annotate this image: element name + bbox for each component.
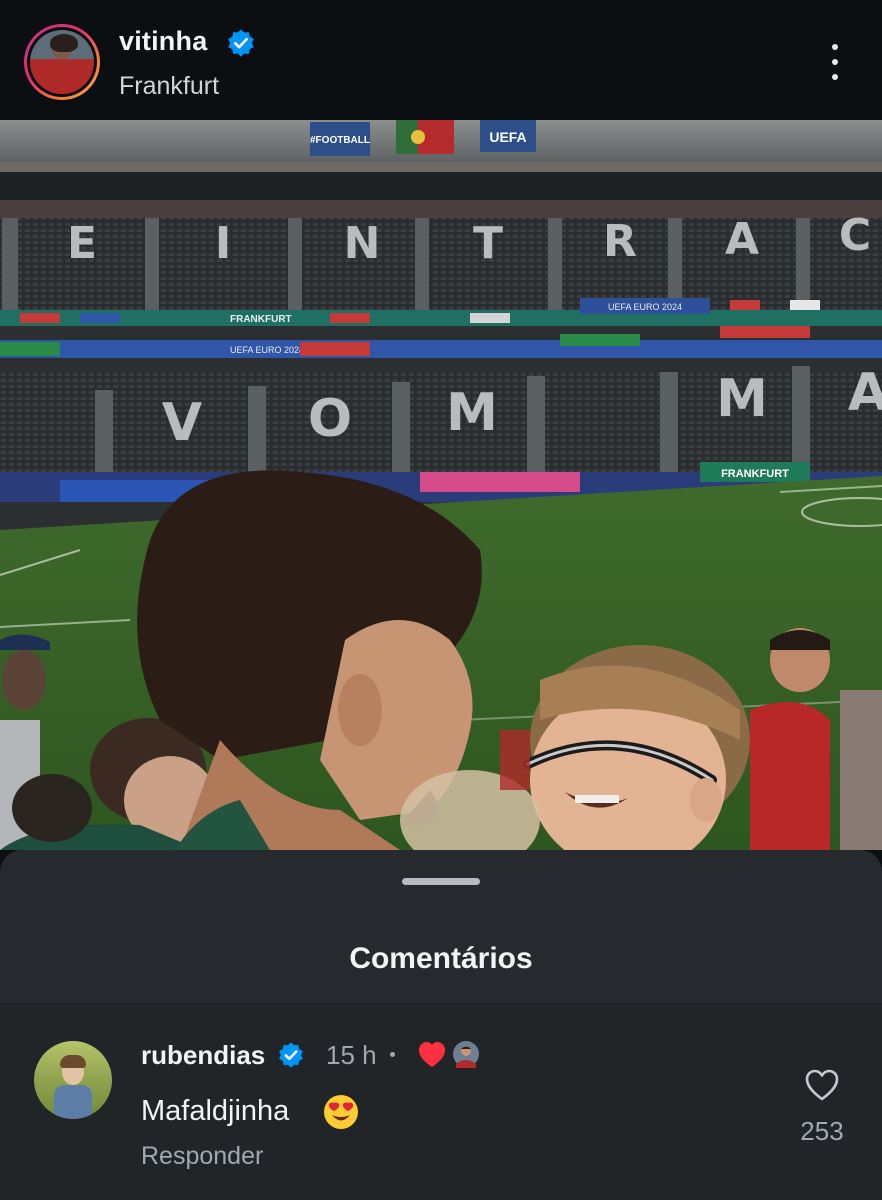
verified-badge-icon	[277, 1041, 305, 1074]
liked-by-author-indicator	[418, 1040, 484, 1070]
svg-text:M: M	[716, 369, 768, 429]
comment-list: rubendias 15 h Mafaldjinha Responder 253	[0, 1004, 882, 1200]
ad-board-frankfurt: FRANKFURT	[230, 314, 292, 325]
heart-filled-icon	[419, 1042, 445, 1067]
banner-uefa-text: UEFA	[489, 129, 526, 145]
svg-text:O: O	[308, 389, 352, 449]
svg-text:I: I	[215, 218, 231, 269]
spectator-back-head	[12, 774, 92, 842]
separator-dot	[390, 1052, 395, 1057]
post-header: vitinha Frankfurt	[0, 0, 882, 120]
reply-button[interactable]: Responder	[141, 1142, 263, 1171]
svg-text:E: E	[67, 218, 97, 269]
heart-outline-icon[interactable]	[804, 1068, 840, 1102]
ad-board-euro-middle: UEFA EURO 2024	[230, 345, 304, 355]
ad-board-middle	[0, 340, 882, 358]
verified-badge-icon	[226, 28, 256, 63]
banner-football-text: #FOOTBALL	[310, 135, 370, 146]
ad-board-euro-upper: UEFA EURO 2024	[608, 302, 682, 312]
comment-username[interactable]: rubendias	[141, 1040, 265, 1071]
comments-sheet: Comentários rubendias 15 h Mafaldjinha R…	[0, 850, 882, 1200]
avatar-ring-gap	[27, 27, 97, 97]
pitch-board-text: FRANKFURT	[721, 468, 789, 480]
post-photo[interactable]: #FOOTBALL UEFA E I N T R A C FRANKFURT U…	[0, 120, 882, 850]
sheet-drag-handle[interactable]	[402, 878, 480, 885]
avatar-photo	[30, 30, 94, 94]
svg-text:N: N	[344, 218, 381, 269]
comments-title: Comentários	[349, 942, 533, 975]
svg-text:T: T	[473, 218, 503, 269]
post-username[interactable]: vitinha	[119, 26, 207, 57]
comment-text: Mafaldjinha	[141, 1095, 290, 1127]
svg-text:V: V	[162, 393, 202, 453]
svg-text:M: M	[446, 383, 498, 443]
ad-board-upper	[0, 310, 882, 326]
profile-avatar[interactable]	[24, 24, 100, 100]
heart-eyes-emoji	[323, 1094, 359, 1135]
more-vertical-icon[interactable]	[820, 40, 850, 84]
comment-like-count: 253	[800, 1116, 844, 1146]
svg-text:R: R	[603, 216, 637, 267]
svg-text:C: C	[839, 210, 871, 261]
svg-text:A: A	[848, 363, 882, 423]
post-location[interactable]: Frankfurt	[119, 72, 219, 101]
spectator-far-right	[840, 690, 882, 850]
comment-timestamp: 15 h	[326, 1040, 377, 1070]
comment-avatar[interactable]	[34, 1041, 112, 1119]
svg-text:A: A	[725, 214, 759, 265]
